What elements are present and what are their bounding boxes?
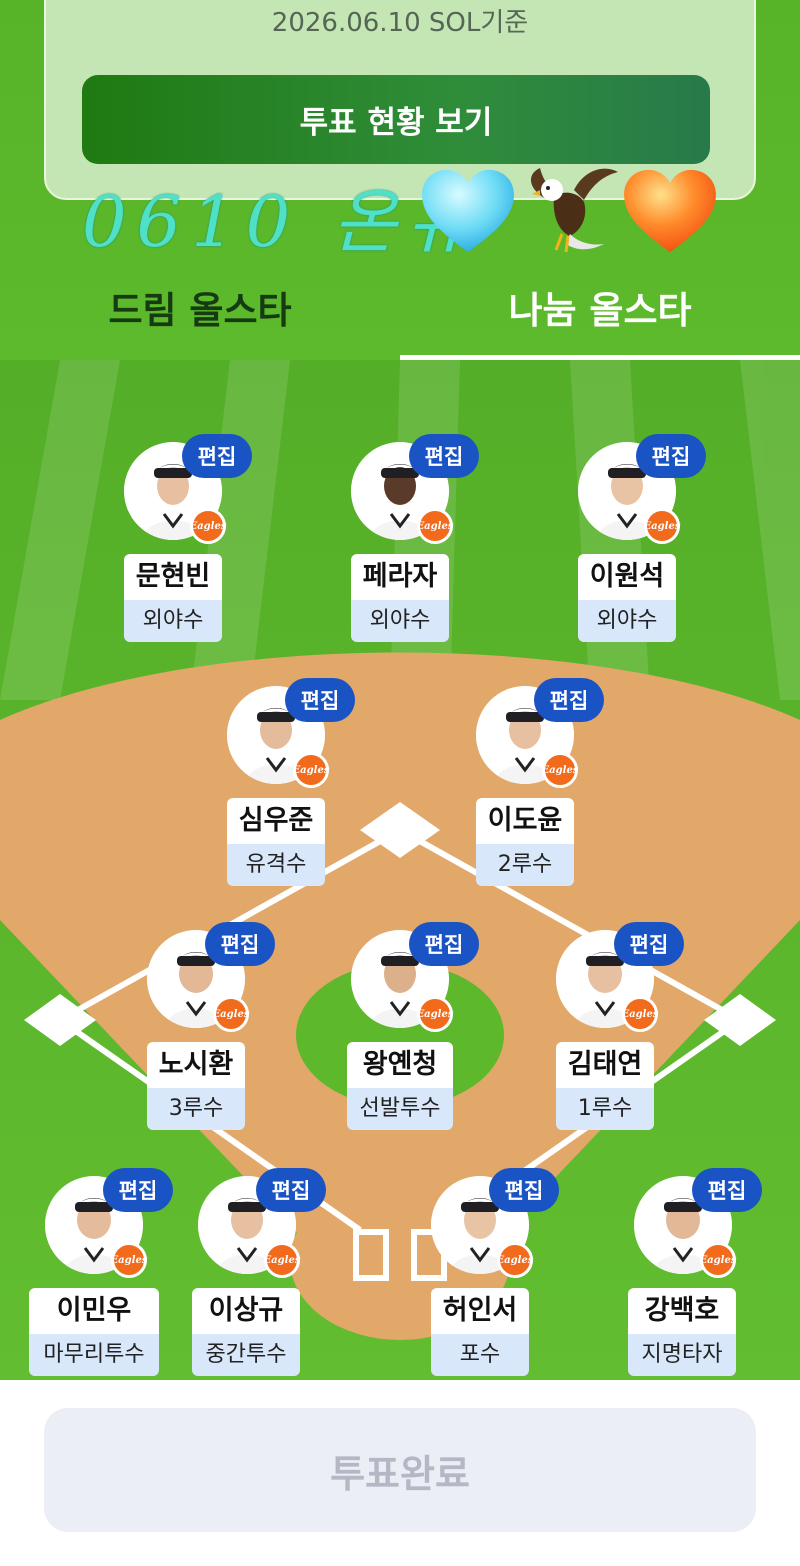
player-position: 선발투수: [347, 1088, 453, 1130]
player-name: 심우준: [227, 798, 325, 844]
team-logo: Eagles: [417, 508, 453, 544]
footer-area: 투표완료: [0, 1380, 800, 1566]
player-position: 외야수: [124, 600, 222, 642]
player-name: 이원석: [578, 554, 676, 600]
player-name: 노시환: [147, 1042, 245, 1088]
edit-button[interactable]: 편집: [103, 1168, 173, 1212]
player-position: 중간투수: [192, 1334, 300, 1376]
header-area: 2026.06.10 SOL기준 투표 현황 보기 0610 온유 드림 올스타…: [0, 0, 800, 360]
player-position: 외야수: [578, 600, 676, 642]
orange-heart-icon: [624, 169, 716, 253]
light-blue-heart-icon: [422, 169, 514, 253]
edit-button[interactable]: 편집: [489, 1168, 559, 1212]
edit-button[interactable]: 편집: [614, 922, 684, 966]
view-vote-status-button[interactable]: 투표 현황 보기: [82, 75, 710, 164]
edit-button[interactable]: 편집: [285, 678, 355, 722]
team-logo: Eagles: [111, 1242, 147, 1278]
date-basis-text: 2026.06.10 SOL기준: [271, 8, 529, 38]
tab-nanum-allstar[interactable]: 나눔 올스타: [400, 280, 800, 340]
player-position: 외야수: [351, 600, 449, 642]
player-name: 이민우: [29, 1288, 159, 1334]
player-position: 포수: [431, 1334, 529, 1376]
player-name: 이도윤: [476, 798, 574, 844]
edit-button[interactable]: 편집: [534, 678, 604, 722]
team-logo: Eagles: [264, 1242, 300, 1278]
player-position: 유격수: [227, 844, 325, 886]
edit-button[interactable]: 편집: [409, 434, 479, 478]
player-position: 2루수: [476, 844, 574, 886]
player-name: 강백호: [628, 1288, 736, 1334]
tab-dream-allstar[interactable]: 드림 올스타: [0, 280, 400, 340]
edit-button[interactable]: 편집: [409, 922, 479, 966]
edit-button[interactable]: 편집: [636, 434, 706, 478]
eagle-icon: [530, 168, 618, 253]
player-name: 허인서: [431, 1288, 529, 1334]
player-name: 페라자: [351, 554, 449, 600]
edit-button[interactable]: 편집: [256, 1168, 326, 1212]
vote-complete-button[interactable]: 투표완료: [44, 1408, 756, 1532]
edit-button[interactable]: 편집: [692, 1168, 762, 1212]
player-name: 이상규: [192, 1288, 300, 1334]
team-logo: Eagles: [622, 996, 658, 1032]
player-name: 왕옌청: [347, 1042, 453, 1088]
team-logo: Eagles: [542, 752, 578, 788]
player-position: 지명타자: [628, 1334, 736, 1376]
edit-button[interactable]: 편집: [182, 434, 252, 478]
player-name: 김태연: [556, 1042, 654, 1088]
player-position: 3루수: [147, 1088, 245, 1130]
team-logo: Eagles: [700, 1242, 736, 1278]
team-logo: Eagles: [190, 508, 226, 544]
team-logo: Eagles: [417, 996, 453, 1032]
player-position: 마무리투수: [29, 1334, 159, 1376]
team-logo: Eagles: [213, 996, 249, 1032]
edit-button[interactable]: 편집: [205, 922, 275, 966]
team-logo: Eagles: [644, 508, 680, 544]
player-name: 문현빈: [124, 554, 222, 600]
team-logo: Eagles: [293, 752, 329, 788]
player-position: 1루수: [556, 1088, 654, 1130]
team-logo: Eagles: [497, 1242, 533, 1278]
